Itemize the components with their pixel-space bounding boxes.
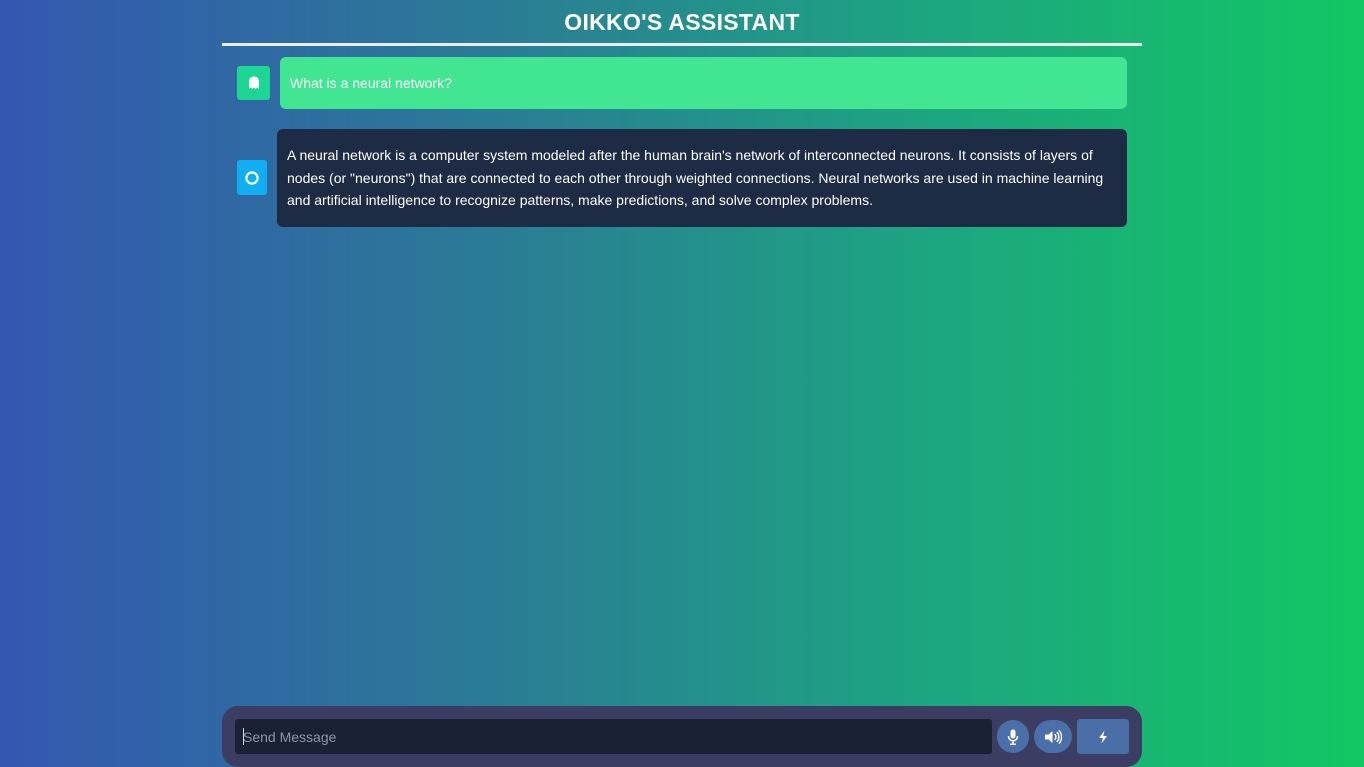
microphone-button[interactable] [997,720,1029,753]
page-title: OIKKO'S ASSISTANT [564,9,800,35]
speaker-button[interactable] [1034,720,1072,753]
message-composer [222,706,1142,767]
ghost-icon [248,76,259,89]
bolt-icon [1099,730,1107,743]
message-input[interactable] [235,719,992,754]
user-message-bubble: What is a neural network? [280,57,1127,109]
microphone-icon [1007,729,1019,745]
speaker-icon [1045,729,1062,744]
assistant-avatar [237,160,267,195]
text-caret [243,728,244,745]
send-button[interactable] [1077,719,1129,754]
ring-icon [245,170,259,185]
user-avatar [237,66,270,100]
header: OIKKO'S ASSISTANT [222,0,1142,46]
assistant-message-bubble: A neural network is a computer system mo… [277,129,1127,227]
